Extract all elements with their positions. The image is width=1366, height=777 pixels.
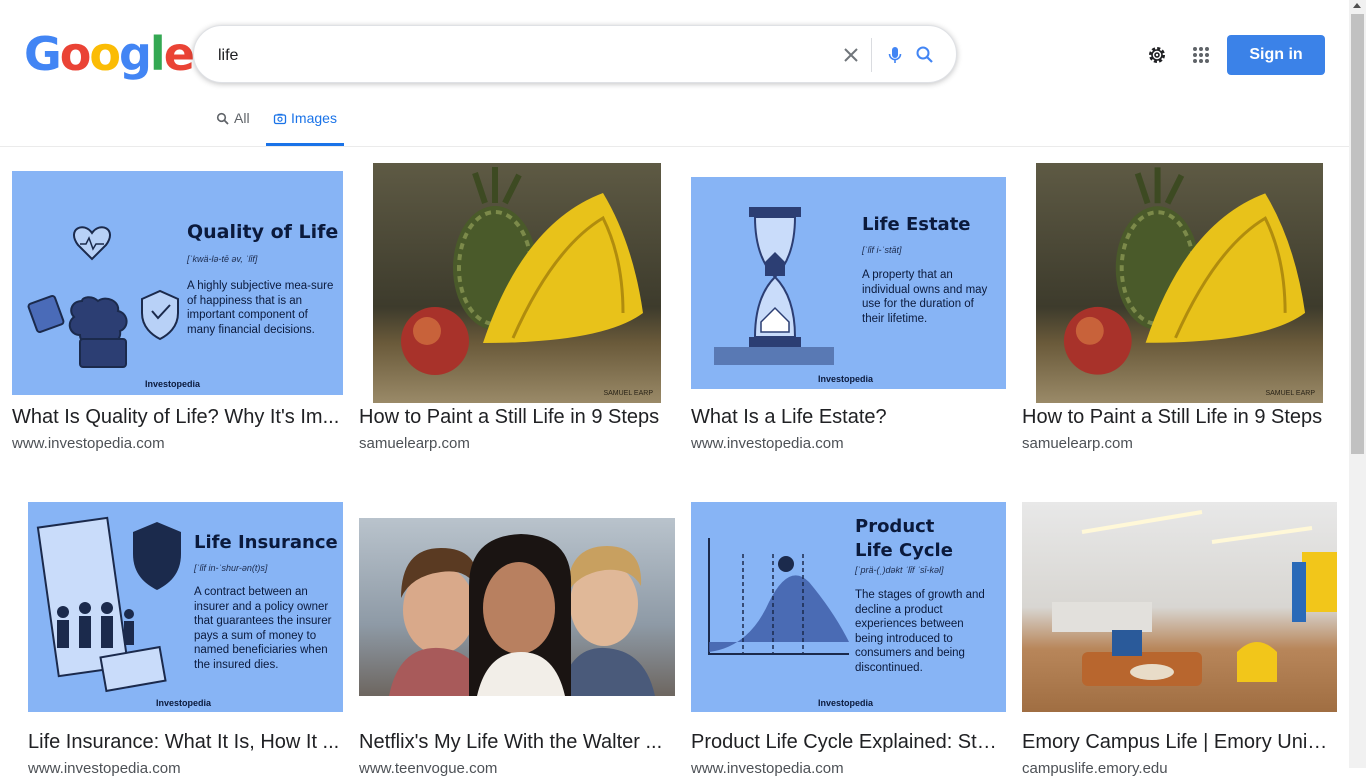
scrollbar-thumb[interactable] (1351, 14, 1364, 454)
image-result[interactable]: Netflix's My Life With the Walter ... ww… (359, 502, 675, 777)
logo-letter: l (149, 27, 166, 81)
painting-signature: SAMUEL EARP (603, 390, 653, 397)
image-result[interactable]: Product Life Cycle [ˈprä-(ˌ)dəkt ˈlīf ˈs… (691, 502, 1006, 777)
result-thumbnail[interactable]: Quality of Life [ˈkwä-lə-tē əv, ˈlīf] A … (12, 171, 343, 395)
infographic-pronunciation: [ˈlīf i-ˈstāt] (862, 245, 902, 255)
result-title[interactable]: Life Insurance: What It Is, How It ... (28, 731, 343, 754)
mic-icon[interactable] (882, 42, 908, 68)
still-life-painting (1063, 167, 1306, 375)
search-input[interactable] (216, 42, 820, 70)
result-source[interactable]: campuslife.emory.edu (1022, 760, 1337, 777)
logo-letter: e (163, 27, 195, 81)
google-logo[interactable]: Google (24, 27, 195, 81)
infographic-title: Quality of Life (187, 221, 339, 243)
infographic-title: Life Estate (862, 214, 971, 235)
result-thumbnail[interactable] (1022, 502, 1337, 712)
result-source[interactable]: samuelearp.com (1022, 435, 1337, 452)
people-photo (389, 534, 655, 696)
result-source[interactable]: www.investopedia.com (691, 760, 1006, 777)
result-title[interactable]: Emory Campus Life | Emory Unive... (1022, 731, 1337, 754)
infographic-brand: Investopedia (156, 698, 212, 708)
image-result[interactable]: Life Insurance [ˈlīf in-ˈshur-ən(t)s] A … (28, 502, 343, 777)
logo-letter: o (89, 27, 121, 81)
life-insurance-illustration (36, 516, 181, 693)
header-divider (0, 146, 1349, 147)
painting-signature: SAMUEL EARP (1265, 390, 1315, 397)
search-icon (216, 112, 229, 125)
result-thumbnail[interactable]: Product Life Cycle [ˈprä-(ˌ)dəkt ˈlīf ˈs… (691, 502, 1006, 712)
life-cycle-chart-illustration (708, 538, 849, 655)
result-thumbnail[interactable]: SAMUEL EARP (1036, 163, 1323, 403)
sign-in-button[interactable]: Sign in (1227, 35, 1325, 75)
search-divider (871, 38, 872, 72)
result-thumbnail[interactable]: SAMUEL EARP (373, 163, 661, 403)
infographic-title: Product Life Cycle (855, 516, 953, 561)
image-icon (273, 113, 287, 125)
logo-letter: G (24, 27, 62, 81)
scroll-up-arrow-icon[interactable] (1353, 3, 1361, 8)
gear-icon[interactable] (1144, 42, 1170, 68)
quality-of-life-illustration (27, 226, 179, 368)
image-result[interactable]: Life Estate [ˈlīf i-ˈstāt] A property th… (691, 163, 1006, 463)
apps-grid-icon[interactable] (1188, 42, 1214, 68)
result-thumbnail[interactable]: Life Insurance [ˈlīf in-ˈshur-ən(t)s] A … (28, 502, 343, 712)
result-thumbnail[interactable] (359, 518, 675, 696)
logo-letter: g (118, 27, 152, 81)
search-box (193, 25, 957, 83)
search-icon[interactable] (912, 42, 938, 68)
result-title[interactable]: Netflix's My Life With the Walter ... (359, 731, 675, 754)
image-result[interactable]: Quality of Life [ˈkwä-lə-tē əv, ˈlīf] A … (12, 163, 343, 463)
infographic-body: A contract between an insurer and a poli… (194, 586, 332, 671)
infographic-brand: Investopedia (145, 379, 201, 389)
infographic-pronunciation: [ˈprä-(ˌ)dəkt ˈlīf ˈsī-kəl] (855, 565, 944, 575)
infographic-brand: Investopedia (818, 698, 874, 708)
image-result[interactable]: SAMUEL EARP How to Paint a Still Life in… (1022, 163, 1337, 463)
tab-label: Images (291, 110, 337, 126)
result-title[interactable]: What Is Quality of Life? Why It's Im... (12, 406, 343, 429)
logo-letter: o (59, 27, 92, 81)
close-icon[interactable] (838, 42, 864, 68)
result-source[interactable]: www.investopedia.com (691, 435, 1006, 452)
result-title[interactable]: How to Paint a Still Life in 9 Steps (1022, 406, 1337, 429)
infographic-brand: Investopedia (818, 374, 874, 384)
hourglass-house-illustration (714, 207, 834, 365)
result-title[interactable]: Product Life Cycle Explained: Stag... (691, 731, 1006, 754)
still-life-painting (401, 167, 643, 375)
image-result[interactable]: Emory Campus Life | Emory Unive... campu… (1022, 502, 1337, 777)
infographic-body: A property that an individual owns and m… (862, 269, 988, 325)
tab-label: All (234, 110, 250, 126)
tab-all[interactable]: All (216, 110, 250, 146)
result-source[interactable]: samuelearp.com (359, 435, 675, 452)
tab-images[interactable]: Images (266, 110, 344, 146)
infographic-pronunciation: [ˈkwä-lə-tē əv, ˈlīf] (187, 254, 258, 264)
image-result[interactable]: SAMUEL EARP How to Paint a Still Life in… (359, 163, 675, 463)
infographic-body: The stages of growth and decline a produ… (855, 589, 985, 674)
result-source[interactable]: www.investopedia.com (12, 435, 343, 452)
page-scrollbar[interactable] (1349, 0, 1366, 768)
result-thumbnail[interactable]: Life Estate [ˈlīf i-ˈstāt] A property th… (691, 177, 1006, 389)
result-source[interactable]: www.teenvogue.com (359, 760, 675, 777)
result-source[interactable]: www.investopedia.com (28, 760, 343, 777)
infographic-pronunciation: [ˈlīf in-ˈshur-ən(t)s] (194, 563, 268, 573)
infographic-body: A highly subjective mea-sure of happines… (187, 280, 334, 336)
result-title[interactable]: How to Paint a Still Life in 9 Steps (359, 406, 675, 429)
lounge-photo (1052, 510, 1337, 686)
infographic-title: Life Insurance (194, 532, 338, 553)
result-title[interactable]: What Is a Life Estate? (691, 406, 1006, 429)
